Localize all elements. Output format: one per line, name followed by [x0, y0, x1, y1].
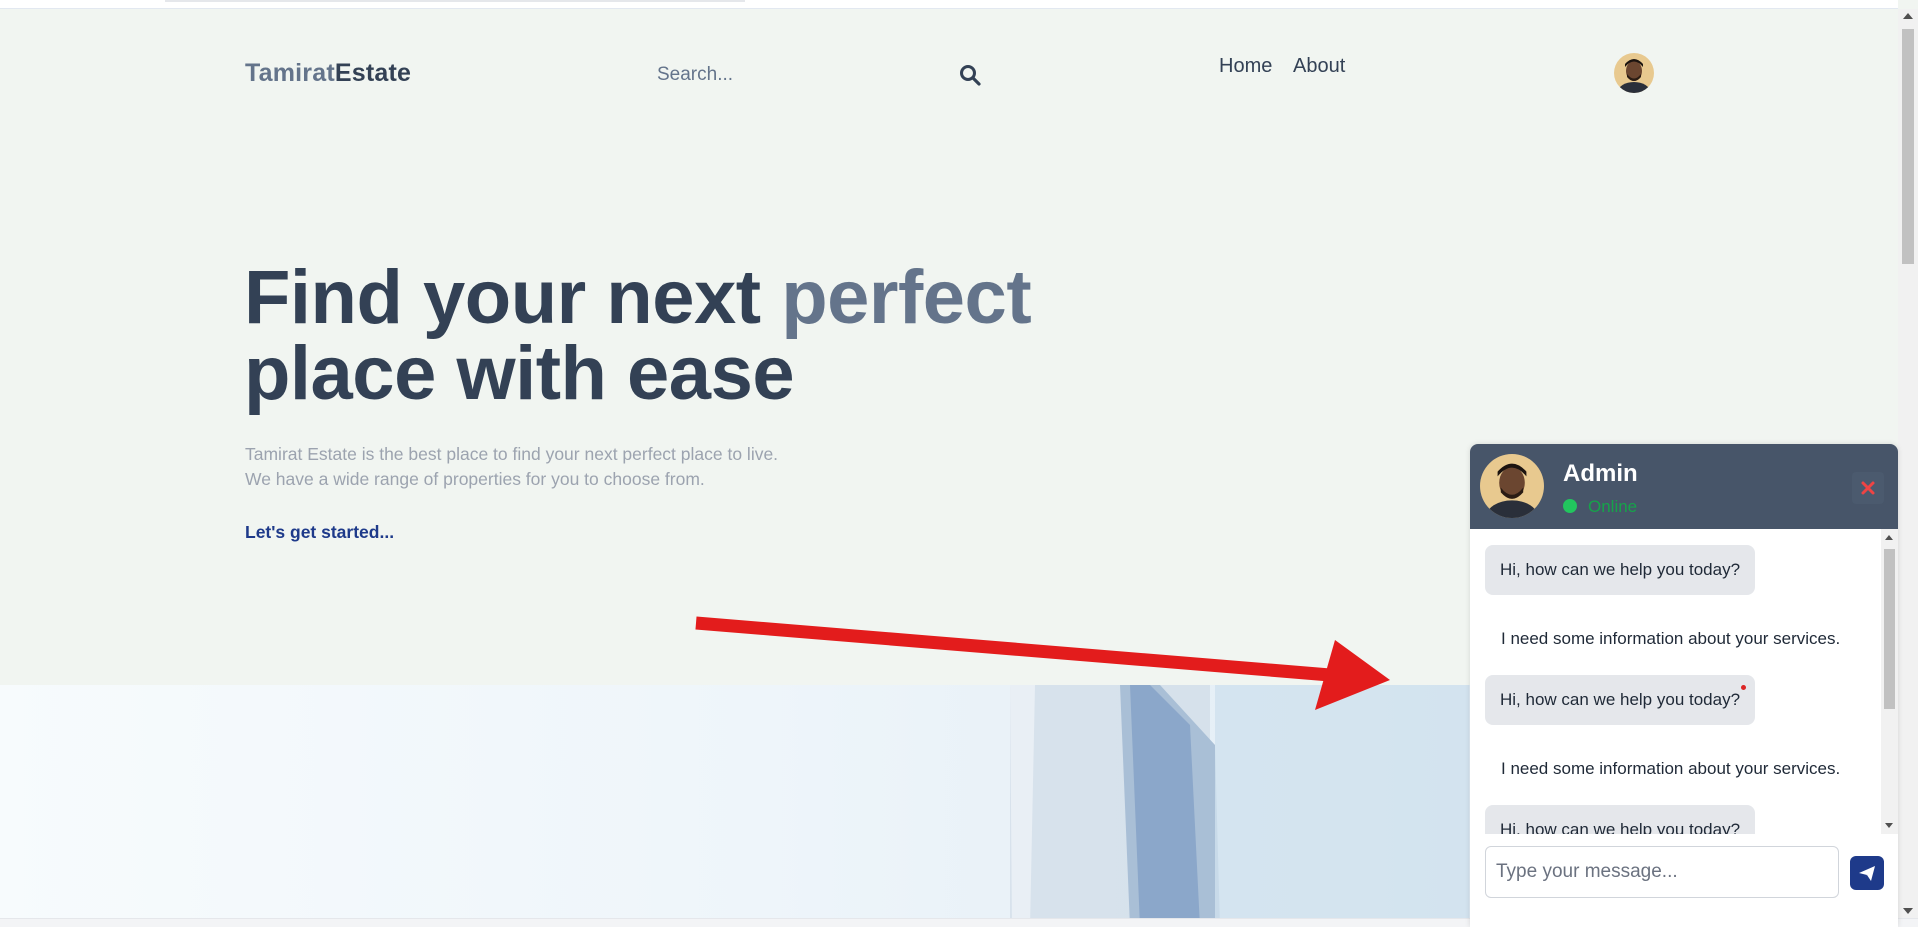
chat-scroll-down-arrow[interactable]: [1885, 823, 1893, 828]
chat-scrollbar[interactable]: [1881, 529, 1898, 834]
hero-description-line-1: Tamirat Estate is the best place to find…: [245, 444, 779, 464]
scroll-down-arrow[interactable]: [1903, 908, 1913, 914]
chat-messages[interactable]: Hi, how can we help you today? I need so…: [1470, 529, 1898, 834]
chat-scrollbar-thumb[interactable]: [1884, 549, 1895, 709]
scrollbar-thumb[interactable]: [1902, 29, 1914, 264]
user-avatar-image: [1614, 53, 1654, 93]
chat-message-user: I need some information about your servi…: [1501, 759, 1841, 778]
search-icon[interactable]: [958, 63, 982, 87]
scroll-up-arrow[interactable]: [1903, 13, 1913, 19]
admin-avatar-image: [1480, 454, 1544, 518]
send-button[interactable]: [1850, 856, 1884, 890]
hero-title-line2: place with ease: [244, 331, 795, 416]
chat-message-user: I need some information about your servi…: [1501, 629, 1841, 648]
logo-part-2: Estate: [334, 59, 412, 87]
chat-input-area: [1470, 834, 1898, 927]
chat-header: Admin Online: [1470, 444, 1898, 529]
chat-message-admin: Hi, how can we help you today?: [1485, 805, 1756, 834]
hero-title-accent: perfect: [781, 255, 1032, 340]
send-icon: [1859, 866, 1875, 881]
browser-top-strip: [0, 0, 1898, 9]
tab-strip-hint: [165, 0, 745, 2]
chat-message-admin: Hi, how can we help you today?: [1485, 545, 1756, 595]
annotation-arrow: [695, 616, 1390, 710]
hero-title-plain: Find your next: [244, 255, 782, 340]
nav-home[interactable]: Home: [1219, 55, 1272, 78]
chat-close-button[interactable]: [1852, 472, 1884, 504]
logo[interactable]: TamiratEstate: [245, 59, 411, 88]
hero-description: Tamirat Estate is the best place to find…: [245, 442, 845, 492]
chat-scroll-up-arrow[interactable]: [1885, 535, 1893, 540]
chat-message-admin: Hi, how can we help you today?: [1485, 675, 1756, 725]
hero-description-line-2: We have a wide range of properties for y…: [245, 469, 705, 489]
online-status-text: Online: [1588, 497, 1638, 516]
site-header: TamiratEstate Home About: [0, 9, 1898, 124]
chat-message-input[interactable]: [1485, 846, 1839, 898]
nav-about[interactable]: About: [1293, 55, 1345, 78]
page-scrollbar[interactable]: [1898, 9, 1918, 918]
get-started-link[interactable]: Let's get started...: [245, 522, 394, 543]
search-input[interactable]: [640, 51, 940, 99]
chat-avatar: [1480, 454, 1544, 518]
close-icon: [1861, 481, 1875, 495]
online-status-dot: [1563, 499, 1577, 513]
chat-contact-name: Admin: [1563, 460, 1638, 487]
search-bar: [640, 51, 990, 99]
logo-part-1: Tamirat: [245, 59, 335, 87]
avatar[interactable]: [1614, 53, 1654, 93]
notification-dot: [1741, 685, 1746, 690]
hero-title: Find your next perfect place with ease: [244, 260, 1032, 412]
chat-widget: Admin Online Hi, how can we help you tod…: [1470, 444, 1898, 927]
